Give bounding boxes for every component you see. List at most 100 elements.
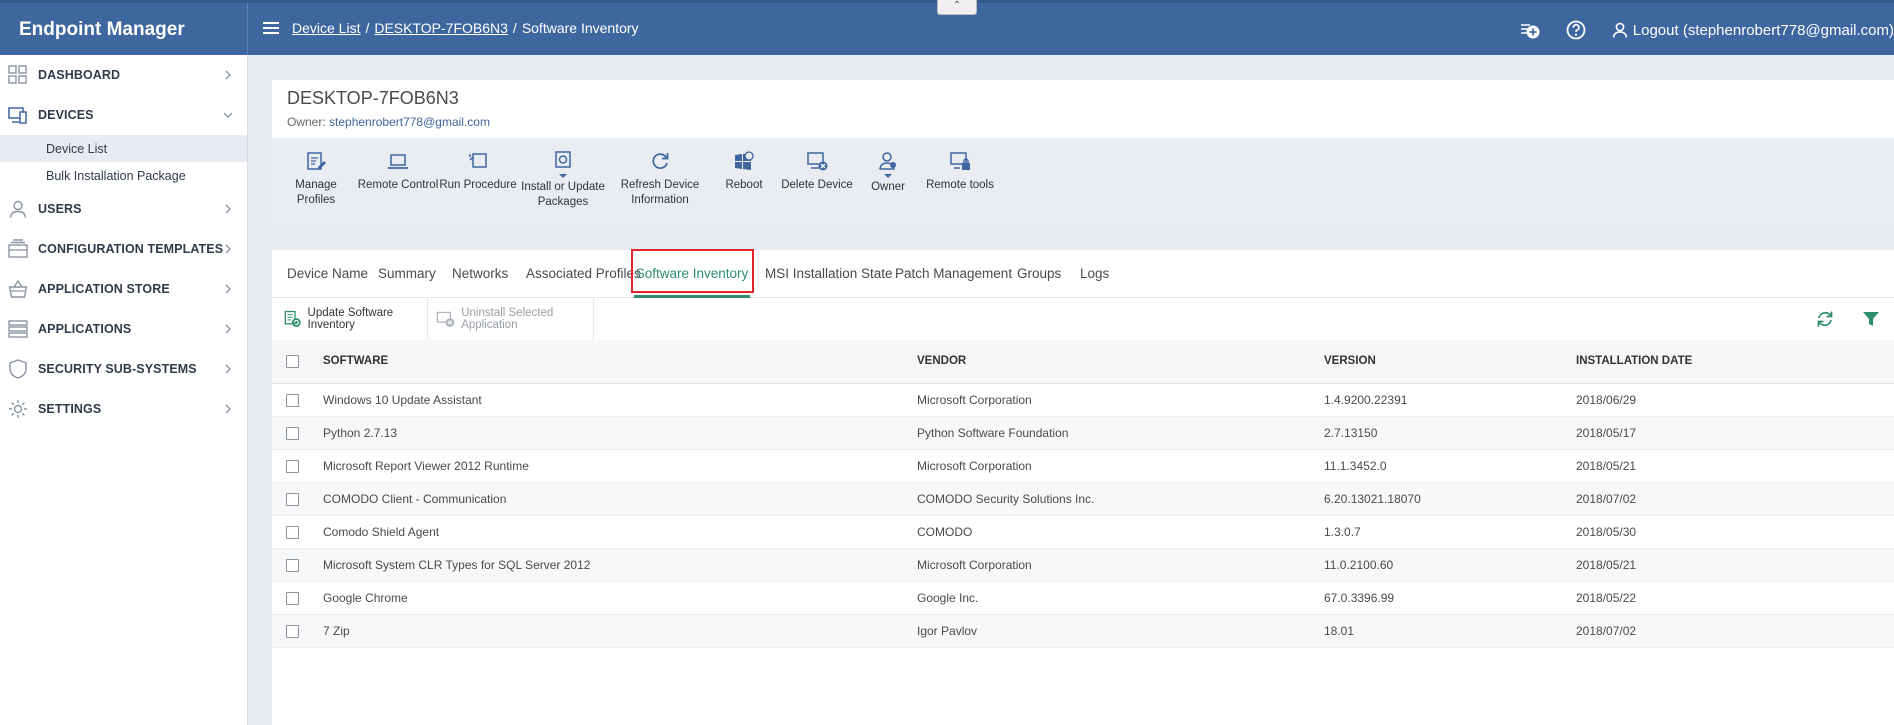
reboot-button[interactable]: Reboot: [711, 138, 777, 226]
refresh-icon[interactable]: [1816, 310, 1834, 328]
cell-vendor: COMODO Security Solutions Inc.: [917, 482, 1324, 516]
row-checkbox[interactable]: [286, 393, 299, 407]
sidebar-item-users[interactable]: USERS: [0, 189, 247, 229]
owner-button[interactable]: Owner: [857, 138, 919, 226]
refresh-device-information-button[interactable]: Refresh Device Information: [609, 138, 711, 226]
collapse-header-button[interactable]: ⌃: [937, 0, 977, 15]
tab-msi-installation-state[interactable]: MSI Installation State: [765, 250, 893, 298]
tab-highlight-box: [631, 249, 754, 293]
table-row[interactable]: Google Chrome Google Inc. 67.0.3396.99 2…: [272, 581, 1894, 615]
owner-email[interactable]: stephenrobert778@gmail.com: [329, 115, 490, 129]
cell-software: Google Chrome: [323, 581, 917, 615]
install-package-icon: [555, 151, 571, 178]
update-software-inventory-button[interactable]: Update Software Inventory: [284, 298, 428, 340]
cell-date: 2018/05/22: [1576, 581, 1894, 615]
action-bar: Update Software Inventory Uninstall Sele…: [272, 298, 1894, 340]
cell-date: 2018/05/21: [1576, 548, 1894, 582]
cell-date: 2018/05/17: [1576, 416, 1894, 450]
sidebar-item-applications[interactable]: APPLICATIONS: [0, 309, 247, 349]
logout-button[interactable]: Logout (stephenrobert778@gmail.com): [1611, 21, 1894, 39]
software-table: SOFTWARE VENDOR VERSION INSTALLATION DAT…: [272, 340, 1894, 648]
device-toolbar: Manage Profiles Remote Control Run Proce…: [272, 138, 1894, 226]
gear-icon: [9, 400, 27, 418]
sidebar-item-application-store[interactable]: APPLICATION STORE: [0, 269, 247, 309]
tab-logs[interactable]: Logs: [1080, 250, 1109, 298]
tab-patch-management[interactable]: Patch Management: [895, 250, 1012, 298]
tab-device-name[interactable]: Device Name: [287, 250, 368, 298]
install-update-packages-button[interactable]: Install or Update Packages: [517, 138, 609, 226]
tab-bar: Device Name Summary Networks Associated …: [272, 249, 1894, 298]
manage-profiles-icon: [307, 152, 326, 170]
header-software[interactable]: SOFTWARE: [323, 340, 917, 384]
chevron-right-icon: [225, 284, 231, 294]
tab-associated-profiles[interactable]: Associated Profiles: [526, 250, 641, 298]
table-row[interactable]: COMODO Client - Communication COMODO Sec…: [272, 482, 1894, 516]
run-procedure-button[interactable]: Run Procedure: [439, 138, 517, 226]
row-checkbox[interactable]: [286, 624, 299, 638]
row-checkbox[interactable]: [286, 525, 299, 539]
applications-icon: [8, 320, 28, 338]
cell-version: 1.4.9200.22391: [1324, 383, 1576, 417]
tab-summary[interactable]: Summary: [378, 250, 436, 298]
shield-icon: [9, 359, 27, 379]
select-all-checkbox[interactable]: [286, 354, 299, 368]
cell-version: 11.1.3452.0: [1324, 449, 1576, 483]
table-row[interactable]: Python 2.7.13 Python Software Foundation…: [272, 416, 1894, 450]
manage-profiles-button[interactable]: Manage Profiles: [275, 138, 357, 226]
breadcrumb-device-list[interactable]: Device List: [292, 20, 360, 36]
add-notification-icon[interactable]: [1519, 19, 1541, 41]
user-icon: [9, 200, 27, 218]
delete-device-button[interactable]: Delete Device: [777, 138, 857, 226]
chevron-right-icon: [225, 204, 231, 214]
hamburger-menu-icon[interactable]: [263, 19, 279, 39]
header-vendor[interactable]: VENDOR: [917, 340, 1324, 384]
table-row[interactable]: Microsoft System CLR Types for SQL Serve…: [272, 548, 1894, 582]
breadcrumb-current: Software Inventory: [521, 20, 639, 36]
sidebar-item-settings[interactable]: SETTINGS: [0, 389, 247, 429]
row-checkbox[interactable]: [286, 426, 299, 440]
header-select-all[interactable]: [272, 340, 323, 384]
cell-vendor: Google Inc.: [917, 581, 1324, 615]
cell-software: COMODO Client - Communication: [323, 482, 917, 516]
tab-networks[interactable]: Networks: [452, 250, 508, 298]
table-row[interactable]: 7 Zip Igor Pavlov 18.01 2018/07/02: [272, 614, 1894, 648]
table-row[interactable]: Windows 10 Update Assistant Microsoft Co…: [272, 383, 1894, 417]
header-installation-date[interactable]: INSTALLATION DATE: [1576, 340, 1894, 384]
cell-vendor: Microsoft Corporation: [917, 449, 1324, 483]
header-version[interactable]: VERSION: [1324, 340, 1576, 384]
sidebar-item-dashboard[interactable]: DASHBOARD: [0, 55, 247, 95]
help-icon[interactable]: [1565, 19, 1587, 41]
table-row[interactable]: Comodo Shield Agent COMODO 1.3.0.7 2018/…: [272, 515, 1894, 549]
reboot-icon: [735, 151, 754, 170]
chevron-right-icon: [225, 404, 231, 414]
cell-vendor: Microsoft Corporation: [917, 383, 1324, 417]
row-checkbox[interactable]: [286, 591, 299, 605]
cell-version: 6.20.13021.18070: [1324, 482, 1576, 516]
cell-vendor: COMODO: [917, 515, 1324, 549]
device-header: DESKTOP-7FOB6N3 Owner: stephenrobert778@…: [272, 80, 1894, 138]
update-inventory-icon: [284, 310, 301, 327]
filter-icon[interactable]: [1862, 310, 1880, 328]
template-icon: [8, 239, 28, 258]
cell-date: 2018/07/02: [1576, 614, 1894, 648]
sidebar-subitem-device-list[interactable]: Device List: [0, 135, 247, 162]
chevron-down-icon: [223, 112, 233, 118]
app-title: Endpoint Manager: [0, 3, 248, 55]
owner-label: Owner:: [287, 115, 326, 129]
sidebar-item-configuration-templates[interactable]: CONFIGURATION TEMPLATES: [0, 229, 247, 269]
uninstall-selected-button[interactable]: Uninstall Selected Application: [436, 298, 594, 340]
tab-groups[interactable]: Groups: [1017, 250, 1061, 298]
sidebar-subitem-bulk-installation[interactable]: Bulk Installation Package: [0, 162, 247, 189]
refresh-icon: [652, 153, 669, 169]
cell-software: 7 Zip: [323, 614, 917, 648]
row-checkbox[interactable]: [286, 558, 299, 572]
breadcrumb-device[interactable]: DESKTOP-7FOB6N3: [374, 20, 508, 36]
row-checkbox[interactable]: [286, 492, 299, 506]
row-checkbox[interactable]: [286, 459, 299, 473]
sidebar-item-security-sub-systems[interactable]: SECURITY SUB-SYSTEMS: [0, 349, 247, 389]
remote-control-button[interactable]: Remote Control: [357, 138, 439, 226]
table-row[interactable]: Microsoft Report Viewer 2012 Runtime Mic…: [272, 449, 1894, 483]
page-title: DESKTOP-7FOB6N3: [287, 88, 459, 108]
sidebar-item-devices[interactable]: DEVICES: [0, 95, 247, 135]
remote-tools-button[interactable]: Remote tools: [919, 138, 1001, 226]
